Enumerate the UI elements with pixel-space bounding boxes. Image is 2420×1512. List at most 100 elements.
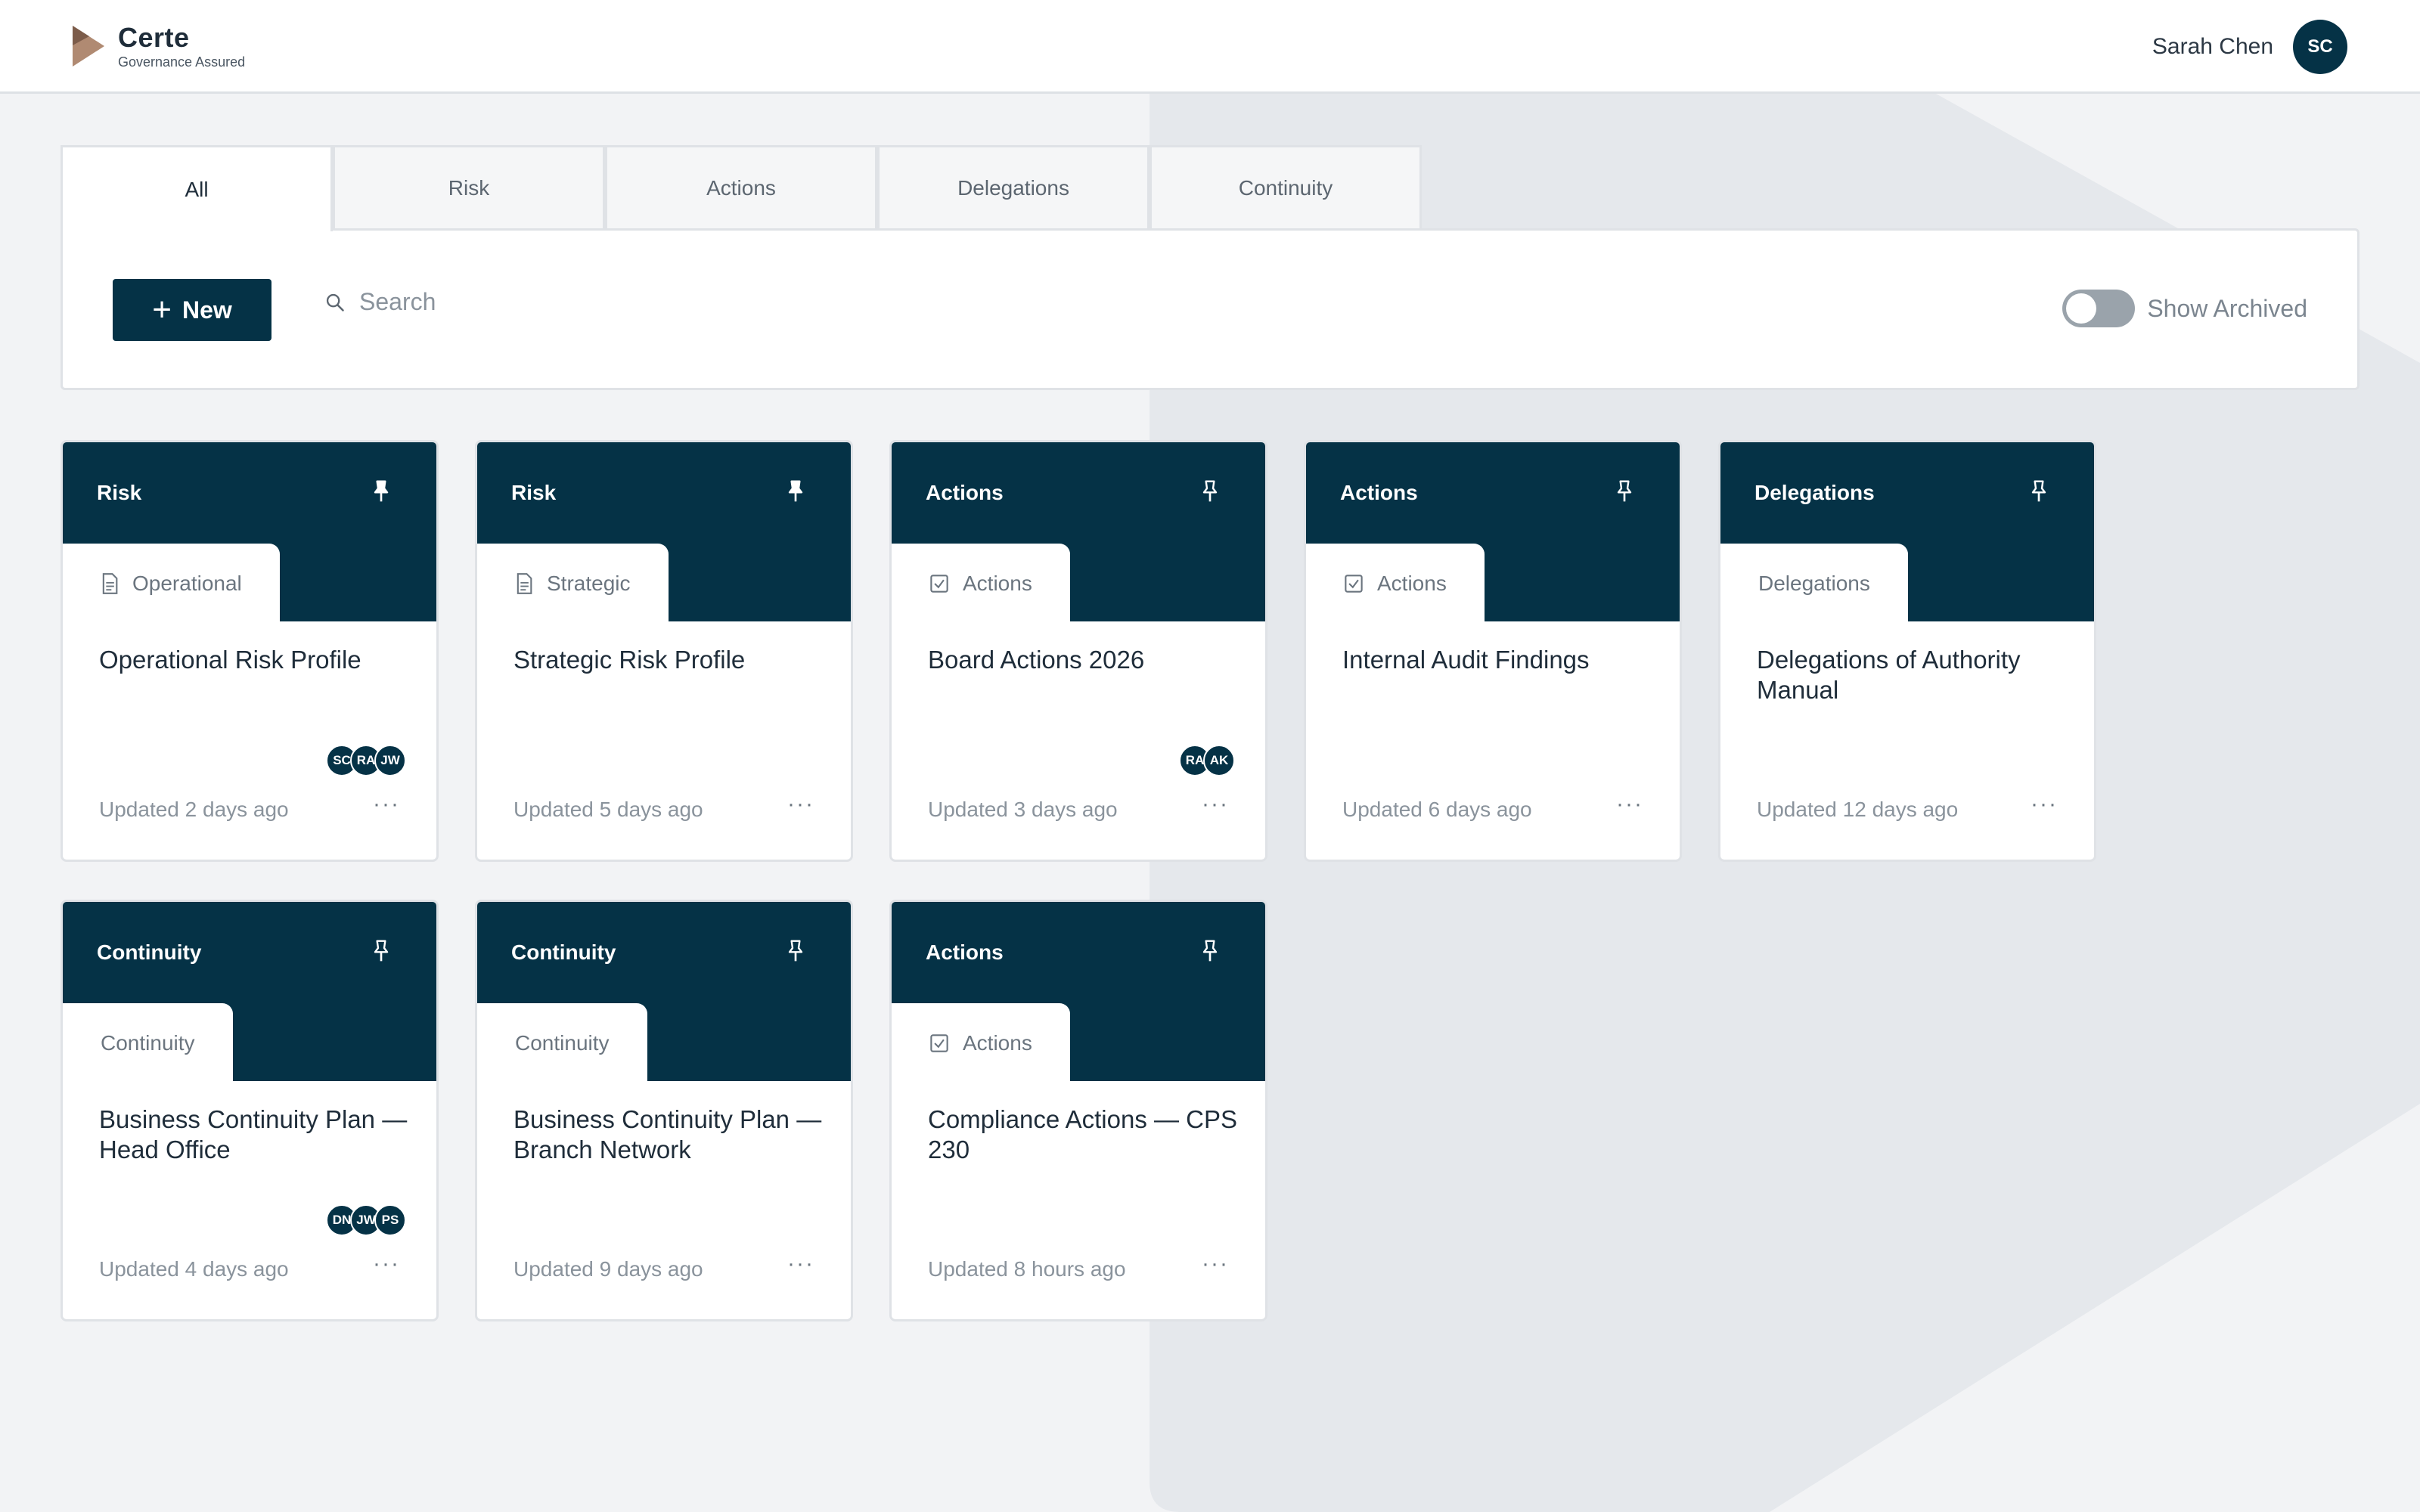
document-card[interactable]: Risk Operational Operational Risk Profile S…	[60, 440, 439, 862]
card-title[interactable]: Business Continuity Plan — Head Office	[99, 1105, 409, 1165]
card-updated: Updated 12 days ago	[1757, 798, 1959, 821]
card-subtab-label: Continuity	[101, 1031, 195, 1055]
card-category: Risk	[511, 481, 557, 504]
collaborator-avatar[interactable]: JW	[374, 745, 406, 776]
card-subtab-label: Actions	[963, 572, 1032, 595]
user-menu[interactable]: Sarah Chen SC	[2152, 20, 2347, 74]
more-options-icon[interactable]: ···	[373, 1251, 400, 1277]
pin-icon[interactable]	[1198, 939, 1222, 963]
checkbox-icon	[930, 575, 948, 593]
card-updated: Updated 5 days ago	[513, 798, 703, 821]
document-icon	[517, 573, 532, 594]
more-options-icon[interactable]: ···	[2031, 792, 2058, 817]
document-card[interactable]: Continuity Continuity Business Continuity …	[475, 900, 853, 1321]
card-collaborators: SC RA JW	[326, 745, 406, 776]
card-updated: Updated 3 days ago	[928, 798, 1118, 821]
user-name: Sarah Chen	[2152, 34, 2273, 59]
card-title[interactable]: Delegations of Authority Manual	[1757, 645, 2067, 705]
search-input[interactable]	[359, 288, 813, 316]
more-options-icon[interactable]: ···	[1202, 1251, 1229, 1277]
pin-icon[interactable]	[1612, 479, 1637, 503]
card-category: Continuity	[97, 940, 202, 964]
card-title[interactable]: Operational Risk Profile	[99, 645, 409, 675]
card-subtab[interactable]: Actions	[892, 1003, 1070, 1083]
search-icon	[326, 293, 344, 311]
collaborator-avatar[interactable]: PS	[374, 1204, 406, 1236]
pin-icon[interactable]	[369, 939, 393, 963]
tab-continuity[interactable]: Continuity	[1150, 145, 1422, 228]
document-card[interactable]: Actions Actions Board Actions 2026 RA AK Upda…	[889, 440, 1267, 862]
card-subtab[interactable]: Continuity	[477, 1003, 647, 1083]
pin-icon[interactable]	[783, 479, 808, 503]
more-options-icon[interactable]: ···	[787, 792, 814, 817]
more-options-icon[interactable]: ···	[787, 1251, 814, 1277]
card-category: Risk	[97, 481, 142, 504]
app-header: Certe Governance Assured Sarah Chen SC	[0, 0, 2420, 94]
card-updated: Updated 6 days ago	[1342, 798, 1532, 821]
card-collaborators: RA AK	[1179, 745, 1235, 776]
search-box[interactable]	[324, 288, 813, 316]
toolbar: + New Show Archived	[60, 228, 2360, 390]
new-button[interactable]: + New	[113, 279, 271, 341]
more-options-icon[interactable]: ···	[1202, 792, 1229, 817]
tab-all[interactable]: All	[60, 145, 333, 231]
card-subtab-label: Delegations	[1758, 572, 1870, 595]
card-subtab[interactable]: Actions	[892, 544, 1070, 624]
new-button-label: New	[182, 296, 232, 324]
pin-icon[interactable]	[369, 479, 393, 503]
card-title[interactable]: Strategic Risk Profile	[513, 645, 824, 675]
checkbox-icon	[1345, 575, 1363, 593]
card-subtab[interactable]: Operational	[63, 544, 280, 624]
card-subtab[interactable]: Delegations	[1720, 544, 1908, 624]
document-card[interactable]: Risk Strategic Strategic Risk Profile Updat…	[475, 440, 853, 862]
card-subtab[interactable]: Strategic	[477, 544, 669, 624]
card-updated: Updated 8 hours ago	[928, 1257, 1126, 1281]
checkbox-icon	[930, 1034, 948, 1052]
card-title[interactable]: Business Continuity Plan — Branch Networ…	[513, 1105, 824, 1165]
logo-play-icon	[73, 26, 104, 67]
plus-icon: +	[152, 291, 172, 328]
tab-risk[interactable]: Risk	[333, 145, 605, 228]
document-card[interactable]: Actions Actions Internal Audit Findings Upd…	[1304, 440, 1682, 862]
brand-name: Certe	[118, 22, 190, 53]
card-category: Actions	[1340, 481, 1418, 504]
card-subtab-label: Operational	[132, 572, 242, 595]
toggle-knob	[2066, 293, 2097, 324]
card-title[interactable]: Compliance Actions — CPS 230	[928, 1105, 1238, 1165]
document-card[interactable]: Continuity Continuity Business Continuity …	[60, 900, 439, 1321]
document-icon	[102, 573, 118, 594]
card-subtab-label: Actions	[963, 1031, 1032, 1055]
pin-icon[interactable]	[783, 939, 808, 963]
card-title[interactable]: Internal Audit Findings	[1342, 645, 1652, 675]
show-archived-control: Show Archived	[2062, 290, 2307, 327]
more-options-icon[interactable]: ···	[373, 792, 400, 817]
card-subtab[interactable]: Actions	[1306, 544, 1485, 624]
card-updated: Updated 2 days ago	[99, 798, 289, 821]
pin-icon[interactable]	[1198, 479, 1222, 503]
tab-delegations[interactable]: Delegations	[877, 145, 1150, 228]
card-subtab-label: Actions	[1377, 572, 1447, 595]
pin-icon[interactable]	[2027, 479, 2051, 503]
card-category: Actions	[926, 940, 1004, 964]
avatar[interactable]: SC	[2293, 20, 2347, 74]
tab-actions[interactable]: Actions	[605, 145, 877, 228]
card-collaborators: DN JW PS	[326, 1204, 406, 1236]
more-options-icon[interactable]: ···	[1616, 792, 1643, 817]
card-subtab-label: Continuity	[515, 1031, 610, 1055]
show-archived-label: Show Archived	[2147, 294, 2307, 322]
collaborator-avatar[interactable]: AK	[1203, 745, 1235, 776]
brand-tagline: Governance Assured	[118, 54, 246, 70]
document-card[interactable]: Delegations Delegations Delegations of Aut…	[1718, 440, 2096, 862]
logo[interactable]: Certe Governance Assured	[70, 23, 245, 70]
card-subtab-label: Strategic	[547, 572, 631, 595]
card-category: Delegations	[1754, 481, 1875, 504]
card-updated: Updated 4 days ago	[99, 1257, 289, 1281]
document-card[interactable]: Actions Actions Compliance Actions — CPS 2…	[889, 900, 1267, 1321]
show-archived-toggle[interactable]	[2062, 290, 2136, 327]
card-subtab[interactable]: Continuity	[63, 1003, 233, 1083]
card-updated: Updated 9 days ago	[513, 1257, 703, 1281]
card-category: Actions	[926, 481, 1004, 504]
category-tabs: All Risk Actions Delegations Continuity	[60, 145, 1422, 231]
card-title[interactable]: Board Actions 2026	[928, 645, 1238, 675]
card-category: Continuity	[511, 940, 616, 964]
